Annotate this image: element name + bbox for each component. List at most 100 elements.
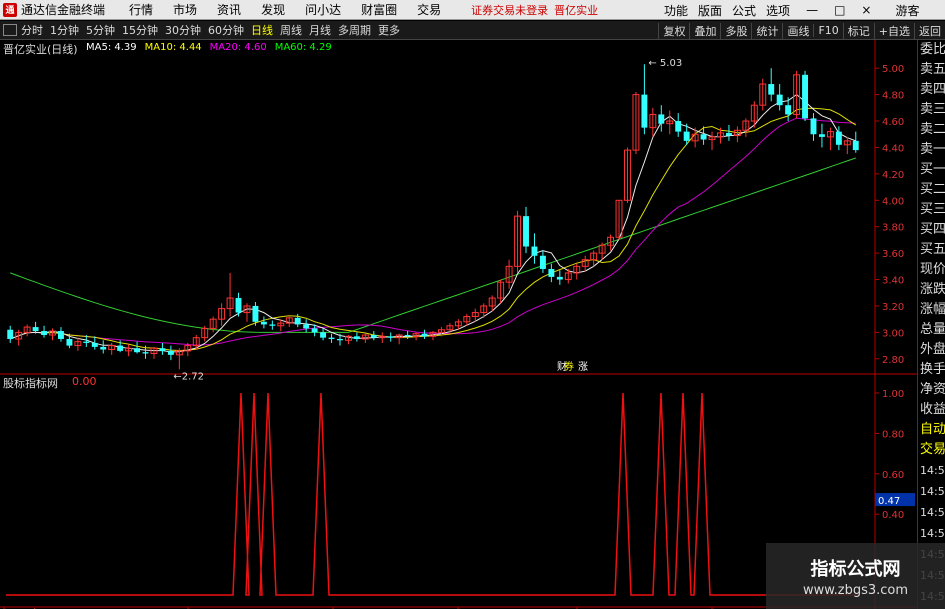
candle-body <box>32 327 39 332</box>
panel-toggle-icon[interactable] <box>3 24 17 36</box>
period-more[interactable]: 更多 <box>378 22 400 38</box>
side-item[interactable]: 卖一 <box>918 140 945 160</box>
candle-body <box>83 341 90 343</box>
menu-gongshi[interactable]: 公式 <box>732 2 756 19</box>
menu-jiaoyi[interactable]: 交易 <box>417 1 441 18</box>
side-item[interactable]: 现价 <box>918 260 945 280</box>
candle-body <box>675 121 682 132</box>
period-monthly[interactable]: 月线 <box>309 22 331 38</box>
candle-body <box>269 324 276 326</box>
login-notice[interactable]: 证券交易未登录 <box>471 2 548 18</box>
side-item[interactable]: 涨幅 <box>918 300 945 320</box>
candle-body <box>294 317 301 325</box>
period-1min[interactable]: 1分钟 <box>50 22 79 38</box>
period-fenshi[interactable]: 分时 <box>21 22 43 38</box>
side-item[interactable]: 外盘 <box>918 340 945 360</box>
side-item[interactable]: 卖三 <box>918 100 945 120</box>
period-15min[interactable]: 15分钟 <box>122 22 158 38</box>
tool-duogu[interactable]: 多股 <box>720 22 751 39</box>
close-button[interactable]: × <box>861 3 871 17</box>
tool-f10[interactable]: F10 <box>813 24 842 37</box>
tool-diejia[interactable]: 叠加 <box>689 22 720 39</box>
candle-body <box>421 333 428 337</box>
side-item-auto[interactable]: 自动 <box>918 420 945 440</box>
side-item-auto[interactable]: 交易 <box>918 440 945 460</box>
candle-body <box>852 140 859 151</box>
ma10-line <box>10 107 857 352</box>
menu-hangqing[interactable]: 行情 <box>129 1 153 18</box>
side-item[interactable]: 总量 <box>918 320 945 340</box>
menu-banmian[interactable]: 版面 <box>698 2 722 19</box>
tool-zixuan[interactable]: +自选 <box>873 22 914 39</box>
side-item[interactable]: 净资 <box>918 380 945 400</box>
candle-body <box>235 298 242 313</box>
tool-fanhui[interactable]: 返回 <box>914 22 945 39</box>
candle-body <box>311 328 318 333</box>
kline-chart[interactable]: 5.00 4.80 4.60 4.40 4.20 4.00 3.80 3.60 3.40 3.20… <box>0 40 917 609</box>
watermark-title: 指标公式网 <box>810 558 901 580</box>
period-30min[interactable]: 30分钟 <box>165 22 201 38</box>
tool-huaxian[interactable]: 画线 <box>782 22 813 39</box>
candle-body <box>531 246 538 256</box>
period-5min[interactable]: 5分钟 <box>86 22 115 38</box>
candle-body <box>117 345 124 351</box>
candle-body <box>91 342 98 347</box>
tool-biaoji[interactable]: 标记 <box>842 22 874 39</box>
candle-body <box>41 331 48 336</box>
ma-legend: MA5: 4.39 MA10: 4.44 MA20: 4.60 MA60: 4.… <box>86 42 332 53</box>
candle-body <box>66 338 73 346</box>
ma60-label: MA60: 4.29 <box>274 42 332 53</box>
side-item[interactable]: 买一 <box>918 160 945 180</box>
right-menu: 功能 版面 公式 选项 — □ × 游客 <box>664 0 929 20</box>
menu-faxian[interactable]: 发现 <box>261 1 285 18</box>
side-item[interactable]: 换手 <box>918 360 945 380</box>
chart-area[interactable]: 5.00 4.80 4.60 4.40 4.20 4.00 3.80 3.60 3.40 3.20… <box>0 40 917 609</box>
period-multi[interactable]: 多周期 <box>338 22 371 38</box>
period-daily[interactable]: 日线 <box>251 22 273 38</box>
candle-body <box>725 132 732 136</box>
menu-xuanxiang[interactable]: 选项 <box>766 2 790 19</box>
candle-body <box>404 335 411 337</box>
side-item[interactable]: 买四 <box>918 220 945 240</box>
menu-wenxiaoda[interactable]: 问小达 <box>305 1 341 18</box>
side-item[interactable]: 买五 <box>918 240 945 260</box>
candle-body <box>328 337 335 339</box>
period-weekly[interactable]: 周线 <box>280 22 302 38</box>
side-item[interactable]: 委比 <box>918 40 945 60</box>
menu-caifuquan[interactable]: 财富圈 <box>361 1 397 18</box>
maximize-button[interactable]: □ <box>834 3 845 17</box>
candle-body <box>523 216 529 247</box>
menu-zixun[interactable]: 资讯 <box>217 1 241 18</box>
candle-body <box>785 105 792 115</box>
event-tag: 涨 <box>578 361 588 373</box>
side-item[interactable]: 买三 <box>918 200 945 220</box>
candle-body <box>387 336 394 338</box>
app-title: 通达信金融终端 <box>21 3 106 17</box>
side-item[interactable]: 收益 <box>918 400 945 420</box>
side-item[interactable]: 卖四 <box>918 80 945 100</box>
side-item[interactable]: 卖二 <box>918 120 945 140</box>
side-item[interactable]: 涨跌 <box>918 280 945 300</box>
side-item[interactable]: 卖五 <box>918 60 945 80</box>
watermark-url: www.zbgs3.com <box>802 582 909 598</box>
candle-body <box>134 348 141 353</box>
candle-body <box>683 131 690 141</box>
candle-body <box>142 352 149 354</box>
price-tick-label: 4.60 <box>882 117 904 128</box>
candle-body <box>320 332 327 338</box>
side-item[interactable]: 买二 <box>918 180 945 200</box>
period-60min[interactable]: 60分钟 <box>208 22 244 38</box>
candle-body <box>353 336 360 339</box>
tool-fuquan[interactable]: 复权 <box>658 22 689 39</box>
stock-name-top: 晋亿实业 <box>554 3 599 17</box>
user-label[interactable]: 游客 <box>895 2 919 19</box>
price-tick-label: 5.00 <box>882 64 904 75</box>
menu-shichang[interactable]: 市场 <box>173 1 197 18</box>
price-tick-label: 4.00 <box>882 196 904 207</box>
minimize-button[interactable]: — <box>806 3 818 17</box>
price-tick-label: 2.80 <box>882 355 904 366</box>
menu-gongneng[interactable]: 功能 <box>664 2 688 19</box>
period-toolbar: 分时 1分钟 5分钟 15分钟 30分钟 60分钟 日线 周线 月线 多周期 更… <box>0 21 945 40</box>
tool-tongji[interactable]: 统计 <box>751 22 782 39</box>
stock-label: 晋亿实业(日线) <box>3 43 78 56</box>
